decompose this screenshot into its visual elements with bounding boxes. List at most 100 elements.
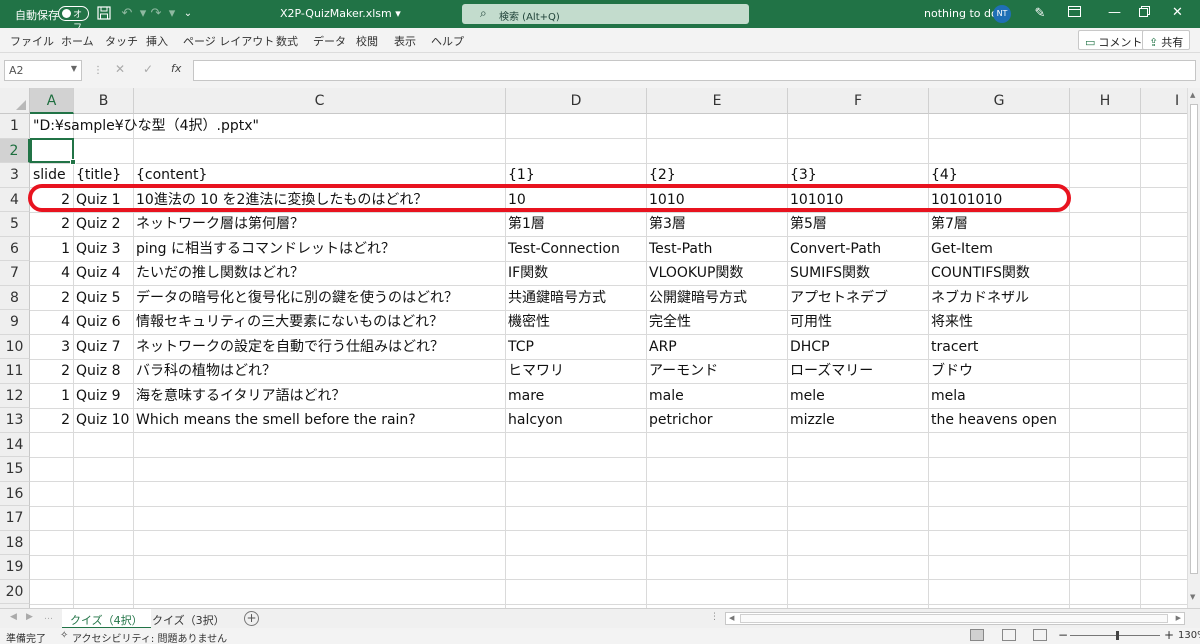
cell-g8[interactable]: ネブカドネザル [928,286,1032,311]
accessibility-icon[interactable]: ✧ [60,630,68,641]
cell-d12[interactable]: mare [505,384,547,409]
cell-e10[interactable]: ARP [646,335,680,360]
cell-e6[interactable]: Test-Path [646,237,715,262]
scroll-down-icon[interactable]: ▼ [1190,593,1195,601]
column-header-e[interactable]: E [647,88,788,114]
comment-button[interactable]: ▭ コメント [1078,30,1150,50]
cell-f13[interactable]: mizzle [787,408,838,433]
zoom-out-icon[interactable]: − [1058,628,1068,642]
cell-f10[interactable]: DHCP [787,335,833,360]
row-header-20[interactable]: 20 [0,579,30,604]
cell-b5[interactable]: Quiz 2 [73,212,124,237]
zoom-slider-knob[interactable] [1116,631,1119,640]
cell-g7[interactable]: COUNTIFS関数 [928,261,1033,286]
redo-icon[interactable]: ↷ [148,6,164,22]
cell-a10[interactable]: 3 [30,335,73,360]
column-header-a[interactable]: A [30,88,74,114]
share-button[interactable]: ⇪ 共有 [1142,30,1191,50]
vertical-scrollbar[interactable]: ▲ ▼ [1187,88,1200,608]
tab-formulas[interactable]: 数式 [276,33,298,49]
cell-e8[interactable]: 公開鍵暗号方式 [646,286,750,311]
scroll-sheets-right-icon[interactable]: ▶ [26,612,33,622]
cell-a5[interactable]: 2 [30,212,73,237]
row-header-5[interactable]: 5 [0,212,30,237]
cell-a6[interactable]: 1 [30,237,73,262]
cell-b6[interactable]: Quiz 3 [73,237,124,262]
row-header-11[interactable]: 11 [0,359,30,384]
cell-f6[interactable]: Convert-Path [787,237,884,262]
row-header-7[interactable]: 7 [0,261,30,286]
tab-split-handle-icon[interactable]: ⋮ [710,612,719,622]
zoom-slider[interactable] [1070,635,1160,636]
cell-g11[interactable]: ブドウ [928,359,976,384]
select-all-button[interactable] [0,88,30,114]
scroll-up-icon[interactable]: ▲ [1190,91,1195,99]
row-header-2[interactable]: 2 [0,138,30,163]
scrollbar-thumb[interactable] [1190,104,1198,574]
scroll-right-icon[interactable]: ▶ [1176,614,1181,622]
row-header-4[interactable]: 4 [0,187,30,212]
sheet-tab-quiz-3[interactable]: クイズ（3択） [144,609,233,629]
tab-touch[interactable]: タッチ [105,33,138,49]
cell-d11[interactable]: ヒマワリ [505,359,567,384]
cell-f5[interactable]: 第5層 [787,212,830,237]
chevron-down-icon[interactable]: ▾ [164,6,180,22]
pen-icon[interactable]: ✎ [1032,6,1048,22]
column-header-f[interactable]: F [788,88,929,114]
cell-e11[interactable]: アーモンド [646,359,721,384]
row-header-13[interactable]: 13 [0,408,30,433]
column-header-c[interactable]: C [134,88,506,114]
cell-g9[interactable]: 将来性 [928,310,976,335]
row-header-9[interactable]: 9 [0,310,30,335]
cell-e7[interactable]: VLOOKUP関数 [646,261,746,286]
tab-insert[interactable]: 挿入 [146,33,168,49]
fill-handle[interactable] [70,158,76,165]
tab-page-layout[interactable]: ページ レイアウト [183,33,274,49]
cell-b13[interactable]: Quiz 10 [73,408,132,433]
cell-d7[interactable]: IF関数 [505,261,551,286]
cell-d9[interactable]: 機密性 [505,310,553,335]
save-icon[interactable] [96,6,112,22]
cell-c10[interactable]: ネットワークの設定を自動で行う仕組みはどれ？ [133,335,447,360]
formula-input[interactable] [193,60,1196,81]
column-header-g[interactable]: G [929,88,1070,114]
cell-b11[interactable]: Quiz 8 [73,359,124,384]
file-name[interactable]: X2P-QuizMaker.xlsm ▾ [280,7,401,20]
cell-a8[interactable]: 2 [30,286,73,311]
page-layout-view-icon[interactable] [1002,629,1016,641]
row-header-18[interactable]: 18 [0,530,30,555]
row-header-8[interactable]: 8 [0,285,30,310]
tab-view[interactable]: 表示 [394,33,416,49]
enter-icon[interactable]: ✓ [143,62,153,76]
cell-g12[interactable]: mela [928,384,969,409]
add-sheet-icon[interactable]: + [244,611,259,626]
minimize-icon[interactable]: — [1108,6,1121,20]
scroll-left-icon[interactable]: ◀ [729,614,734,622]
cell-d5[interactable]: 第1層 [505,212,548,237]
cell-f7[interactable]: SUMIFS関数 [787,261,873,286]
cell-g5[interactable]: 第7層 [928,212,971,237]
name-box[interactable]: A2 ▼ [4,60,82,81]
active-cell-selection[interactable] [30,137,76,165]
tab-home[interactable]: ホーム [61,33,94,49]
horizontal-scrollbar[interactable]: ◀ ▶ [725,612,1185,625]
cell-g10[interactable]: tracert [928,335,981,360]
cell-a7[interactable]: 4 [30,261,73,286]
cell-a13[interactable]: 2 [30,408,73,433]
cell-c9[interactable]: 情報セキュリティの三大要素にないものはどれ？ [133,310,446,335]
row-header-6[interactable]: 6 [0,236,30,261]
ribbon-display-icon[interactable] [1066,6,1082,22]
accessibility-status[interactable]: アクセシビリティ: 問題ありません [72,630,227,644]
cell-c8[interactable]: データの暗号化と復号化に別の鍵を使うのはどれ？ [133,286,461,311]
customize-quick-access-icon[interactable]: ⌄ [180,6,196,22]
tab-data[interactable]: データ [313,33,346,49]
cell-c7[interactable]: たいだの推し関数はどれ？ [133,261,307,286]
column-header-d[interactable]: D [506,88,647,114]
cell-a1[interactable]: "D:¥sample¥ひな型（4択）.pptx" [30,114,262,139]
row-header-14[interactable]: 14 [0,432,30,457]
chevron-down-icon[interactable]: ▼ [71,64,77,73]
zoom-in-icon[interactable]: + [1164,628,1174,642]
cell-e13[interactable]: petrichor [646,408,716,433]
cell-c5[interactable]: ネットワーク層は第何層？ [133,212,307,237]
tab-file[interactable]: ファイル [10,33,54,49]
